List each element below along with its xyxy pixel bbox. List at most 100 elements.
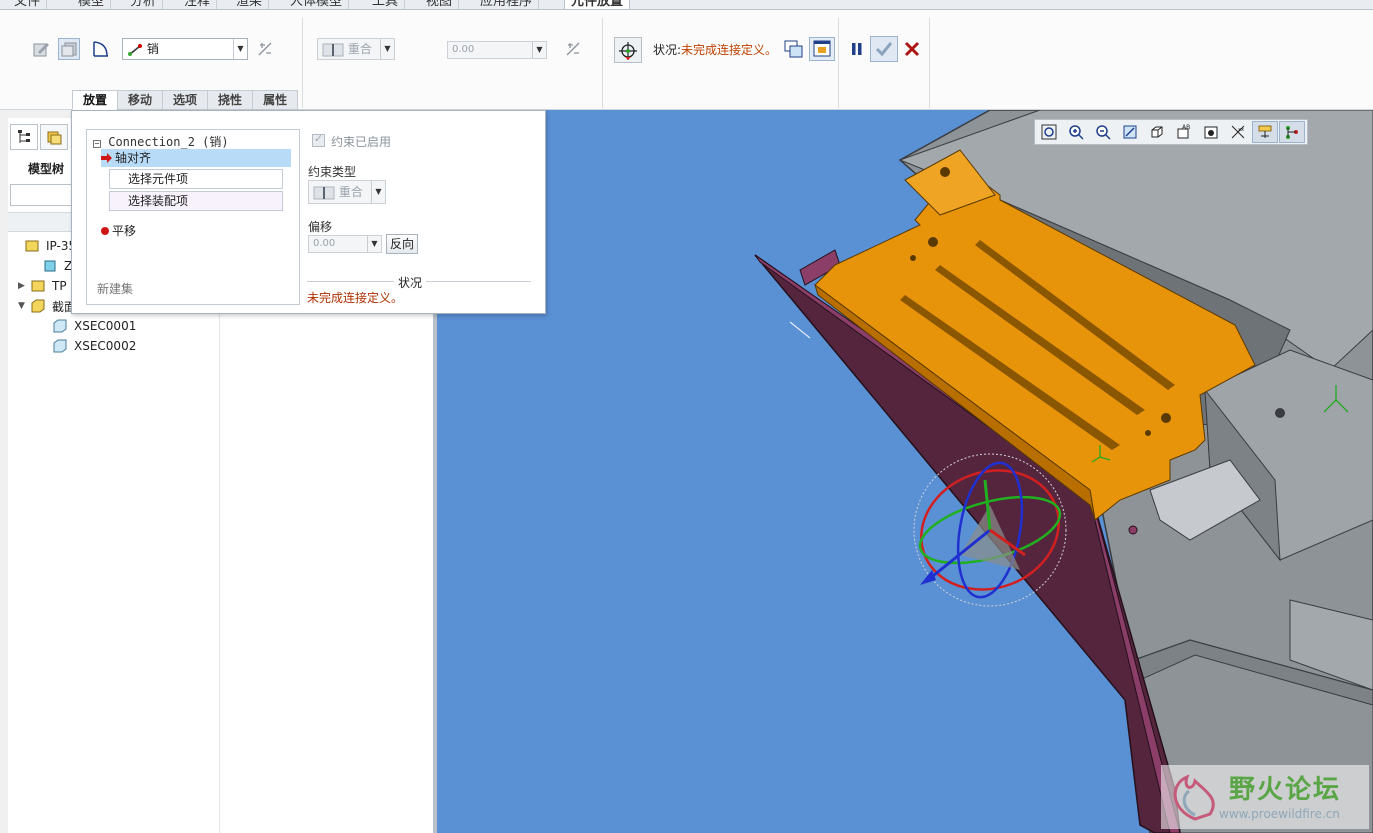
chevron-down-icon[interactable]: ▼ (380, 39, 394, 59)
named-views-icon[interactable]: AB (1171, 121, 1197, 143)
assembly-icon (31, 280, 45, 292)
edit-icon[interactable] (30, 38, 52, 60)
annotation-display-icon[interactable] (1279, 121, 1305, 143)
connection-type-select[interactable]: 销 ▼ (122, 38, 248, 60)
navigator-tabs (10, 124, 70, 150)
folder-browser-tab-icon[interactable] (40, 124, 68, 150)
menubar: 文件 模型 分析 注释 渲染 人体模型 工具 视图 应用程序 元件放置 (0, 0, 1373, 10)
offset-input[interactable]: 0.00 ▼ (447, 41, 547, 59)
mechanism-icon[interactable] (90, 38, 112, 60)
subtab-move[interactable]: 移动 (117, 90, 164, 110)
placement-panel: − Connection_2 (销) 轴对齐 选择元件项 选择装配项 平移 新建… (71, 110, 546, 314)
tree-item-label: TP (52, 279, 67, 293)
constraint-item-translation[interactable]: 平移 (101, 222, 136, 239)
ribbon-status: 状况:未完成连接定义。 (653, 41, 777, 58)
zoom-in-icon[interactable] (1063, 121, 1089, 143)
chevron-down-icon[interactable]: ▼ (371, 181, 385, 203)
connection-type-value: 销 (146, 42, 159, 56)
constraint-enabled-checkbox[interactable] (312, 132, 325, 147)
zoom-out-icon[interactable] (1090, 121, 1116, 143)
section-icon (53, 319, 67, 333)
cancel-x-icon[interactable] (901, 38, 923, 60)
separate-window-icon[interactable] (782, 38, 804, 60)
spin-center-icon[interactable] (1252, 121, 1278, 143)
chevron-down-icon[interactable]: ▼ (233, 39, 247, 59)
menu-tab-tools[interactable]: 工具 (366, 0, 406, 9)
model-tree-tab-icon[interactable] (10, 124, 38, 150)
tree-item[interactable]: XSEC0001 (52, 316, 136, 336)
menu-tab-annotate[interactable]: 注释 (178, 0, 218, 9)
constraint-enabled-label: 约束已启用 (331, 135, 392, 149)
menu-tab-manikin[interactable]: 人体模型 (284, 0, 350, 9)
arrow-right-icon (101, 153, 112, 163)
connection-title[interactable]: − Connection_2 (销) (93, 133, 229, 150)
watermark-title: 野火论坛 (1229, 775, 1342, 805)
repaint-icon[interactable] (1117, 121, 1143, 143)
forum-watermark: 野火论坛 www.proewildfire.cn (1161, 765, 1369, 829)
subtab-properties[interactable]: 属性 (252, 90, 299, 110)
constraint-type-value: 重合 (347, 42, 372, 56)
menu-tab-applications[interactable]: 应用程序 (474, 0, 540, 9)
constraint-item-axis-align[interactable]: 轴对齐 (101, 149, 291, 167)
flip-button[interactable]: 反向 (386, 234, 419, 254)
flame-logo-icon (1173, 774, 1215, 821)
constraint-set-list: − Connection_2 (销) 轴对齐 选择元件项 选择装配项 平移 新建… (86, 129, 300, 305)
coincident-icon (313, 186, 335, 199)
chevron-down-icon[interactable]: ▼ (532, 42, 546, 58)
ribbon-status-prefix: 状况: (653, 43, 682, 57)
connection-title-text: Connection_2 (销) (108, 135, 229, 149)
tree-filter-input[interactable] (10, 184, 72, 206)
constraint-item-label: 轴对齐 (115, 151, 152, 165)
panel-constraint-type-value: 重合 (338, 185, 363, 199)
assembly-icon (25, 240, 39, 252)
menu-tab-view[interactable]: 视图 (420, 0, 460, 9)
tree-item[interactable]: XSEC0002 (52, 336, 136, 356)
datum-display-icon[interactable]: xx (1225, 121, 1251, 143)
model-3d-view[interactable] (437, 110, 1373, 833)
flip-offset-icon[interactable] (562, 38, 584, 60)
chevron-down-icon[interactable]: ▼ (367, 236, 381, 252)
tree-item[interactable]: ▼ 截面 (18, 296, 76, 316)
confirm-check-icon[interactable] (870, 36, 898, 62)
svg-text:xx: xx (1238, 127, 1244, 133)
watermark-url: www.proewildfire.cn (1219, 807, 1340, 821)
section-folder-icon (31, 299, 45, 313)
menu-tab-render[interactable]: 渲染 (230, 0, 270, 9)
subtab-options[interactable]: 选项 (162, 90, 209, 110)
subtab-placement[interactable]: 放置 (72, 90, 119, 110)
tree-item-label: XSEC0001 (74, 319, 137, 333)
section-icon (53, 339, 67, 353)
menu-tab-analysis[interactable]: 分析 (124, 0, 164, 9)
constraint-type-label: 约束类型 (308, 165, 357, 179)
new-set-link[interactable]: 新建集 (97, 280, 133, 297)
constraint-type-select[interactable]: 重合 ▼ (317, 38, 395, 60)
display-style-icon[interactable] (1198, 121, 1224, 143)
collapse-box-icon[interactable]: − (93, 140, 101, 148)
menu-tab-file[interactable]: 文件 (8, 0, 48, 9)
swap-direction-icon[interactable] (254, 38, 276, 60)
panel-constraint-type-select[interactable]: 重合 ▼ (308, 180, 386, 204)
collapse-arrow-icon[interactable]: ▼ (18, 301, 30, 311)
graphics-viewport[interactable] (437, 110, 1373, 833)
assembly-window-icon[interactable] (809, 37, 835, 61)
saved-orientations-icon[interactable] (1144, 121, 1170, 143)
panel-offset-value: 0.00 (313, 238, 336, 249)
status-message: 未完成连接定义。 (307, 291, 404, 305)
select-assembly-reference[interactable]: 选择装配项 (109, 191, 283, 211)
user-defined-icon[interactable] (58, 38, 80, 60)
panel-offset-input[interactable]: 0.00 ▼ (308, 235, 382, 253)
menu-tab-component-placement[interactable]: 元件放置 (564, 0, 631, 9)
menu-tab-model[interactable]: 模型 (72, 0, 112, 9)
view-toolbar: AB xx (1034, 119, 1308, 145)
red-dot-icon (101, 227, 109, 235)
pause-icon[interactable] (846, 38, 868, 60)
expand-arrow-icon[interactable]: ▶ (18, 281, 30, 291)
placement-subtabs: 放置 移动 选项 挠性 属性 (72, 90, 299, 110)
tree-item[interactable]: ▶ TP (18, 276, 67, 296)
offset-value: 0.00 (452, 44, 475, 55)
zoom-fit-icon[interactable] (1036, 121, 1062, 143)
tree-item-label: XSEC0002 (74, 339, 137, 353)
placement-drag-icon[interactable] (614, 37, 642, 63)
select-component-reference[interactable]: 选择元件项 (109, 169, 283, 189)
subtab-flexibility[interactable]: 挠性 (207, 90, 254, 110)
